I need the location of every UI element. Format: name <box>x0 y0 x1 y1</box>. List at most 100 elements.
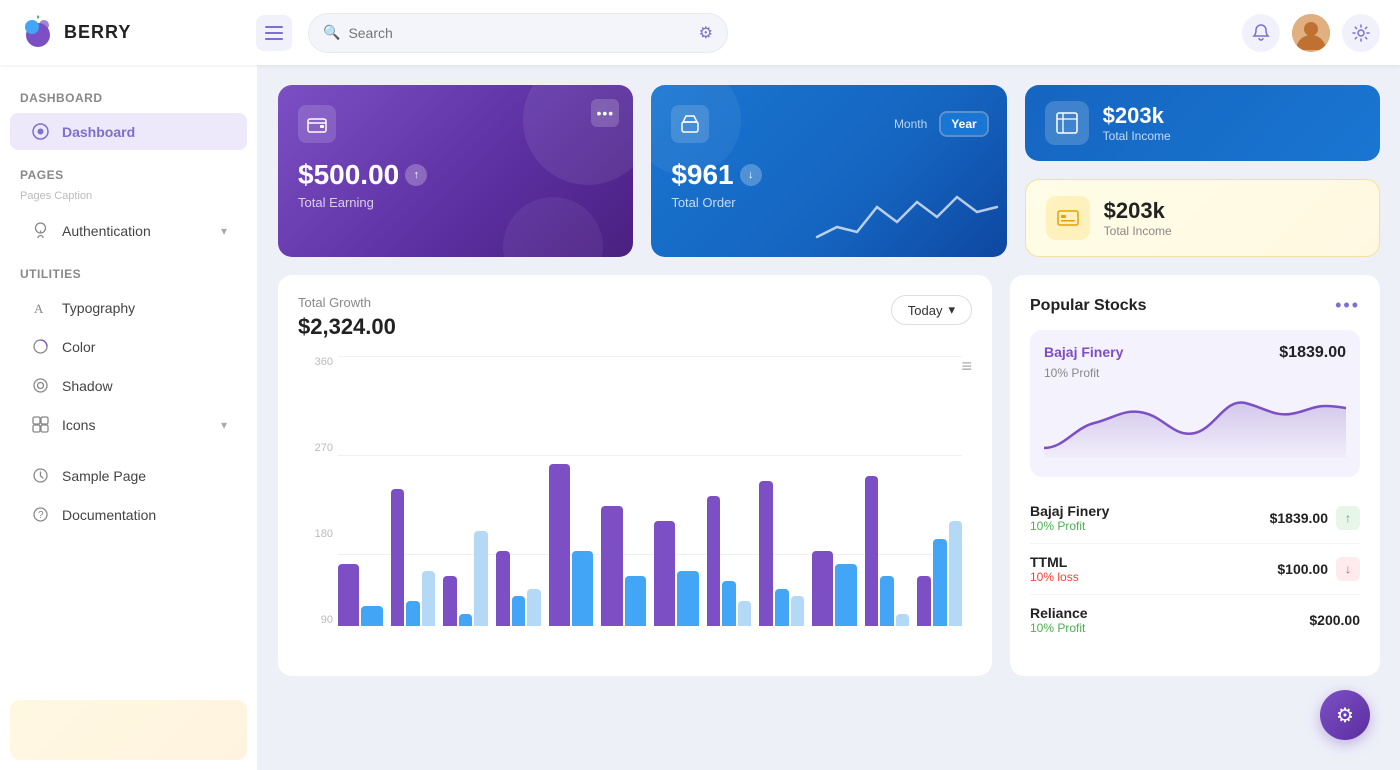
user-avatar[interactable] <box>1292 14 1330 52</box>
reliance-info: Reliance 10% Profit <box>1030 605 1088 635</box>
icons-svg <box>32 416 49 433</box>
chart-bars-container <box>338 356 962 626</box>
bar-purple-3 <box>496 551 510 626</box>
chart-bar-group-7 <box>707 356 752 626</box>
ttml-price-area: $100.00 ↓ <box>1277 557 1360 581</box>
income-blue-label: Total Income <box>1103 129 1171 143</box>
shopping-icon <box>680 114 700 134</box>
income-yellow-icon-box <box>1046 196 1090 240</box>
bar-blue-1 <box>406 601 420 626</box>
income-yellow-info: $203k Total Income <box>1104 198 1172 238</box>
bar-purple-4 <box>549 464 570 627</box>
search-input[interactable] <box>348 25 690 41</box>
typography-label: Typography <box>62 300 135 316</box>
bar-purple-2 <box>443 576 457 626</box>
settings-icon <box>1352 24 1370 42</box>
sidebar-item-documentation[interactable]: ? Documentation <box>10 496 247 533</box>
month-tab[interactable]: Month <box>884 113 937 135</box>
y-label-180: 180 <box>298 528 333 540</box>
typography-svg: A <box>32 299 49 316</box>
bar-blue-0 <box>361 606 382 626</box>
order-tabs: Month Year <box>884 113 987 135</box>
earning-card: ••• $500.00 ↑ Total Earning <box>278 85 633 257</box>
chart-area: ≡ 360 270 180 90 <box>298 356 972 656</box>
order-card: Month Year $961 ↓ Total Order <box>651 85 1006 257</box>
ttml-info: TTML 10% loss <box>1030 554 1079 584</box>
notification-button[interactable] <box>1242 14 1280 52</box>
sidebar-item-typography[interactable]: A Typography <box>10 289 247 326</box>
reliance-price-area: $200.00 <box>1309 612 1360 628</box>
utilities-section-title: Utilities <box>0 261 257 287</box>
chart-menu-button[interactable]: ≡ <box>961 356 972 377</box>
bajaj-info: Bajaj Finery 10% Profit <box>1030 503 1109 533</box>
chart-bar-group-11 <box>917 356 962 626</box>
typography-icon: A <box>30 299 50 316</box>
bar-blue-3 <box>512 596 526 626</box>
chart-bar-group-6 <box>654 356 699 626</box>
earning-more-button[interactable]: ••• <box>591 99 619 127</box>
filter-icon[interactable]: ⚙ <box>699 23 713 43</box>
color-label: Color <box>62 339 95 355</box>
featured-stock-price: $1839.00 <box>1279 344 1346 362</box>
fab-button[interactable]: ⚙ <box>1320 690 1370 740</box>
fab-icon: ⚙ <box>1336 703 1354 728</box>
sidebar-item-color[interactable]: Color <box>10 328 247 365</box>
cards-row: ••• $500.00 ↑ Total Earning <box>278 85 1380 257</box>
sidebar: Dashboard Dashboard Pages Pages Caption … <box>0 65 258 770</box>
bar-light-8 <box>791 596 805 626</box>
income-yellow-label: Total Income <box>1104 224 1172 238</box>
chart-bar-group-0 <box>338 356 383 626</box>
bajaj-price-area: $1839.00 ↑ <box>1270 506 1360 530</box>
bar-purple-9 <box>812 551 833 626</box>
menu-button[interactable] <box>256 15 292 51</box>
bajaj-price: $1839.00 <box>1270 510 1328 526</box>
bar-blue-4 <box>572 551 593 626</box>
today-button[interactable]: Today ▾ <box>891 295 972 325</box>
auth-chevron-icon: ▾ <box>221 224 227 238</box>
stock-row-ttml: TTML 10% loss $100.00 ↓ <box>1030 544 1360 595</box>
ttml-name: TTML <box>1030 554 1079 570</box>
earning-trend-icon: ↑ <box>405 164 427 186</box>
order-wave-chart <box>807 187 1007 247</box>
sidebar-item-shadow[interactable]: Shadow <box>10 367 247 404</box>
chart-bar-group-2 <box>443 356 488 626</box>
table-icon <box>1056 112 1078 134</box>
wallet-icon <box>307 114 327 134</box>
shadow-label: Shadow <box>62 378 113 394</box>
bar-purple-8 <box>759 481 773 626</box>
bar-blue-7 <box>722 581 736 626</box>
y-label-360: 360 <box>298 356 333 368</box>
sample-page-icon <box>30 467 50 484</box>
documentation-icon: ? <box>30 506 50 523</box>
chart-y-labels: 360 270 180 90 <box>298 356 333 626</box>
bar-light-3 <box>527 589 541 627</box>
bar-blue-8 <box>775 589 789 627</box>
bar-purple-7 <box>707 496 721 626</box>
stock-row-reliance: Reliance 10% Profit $200.00 <box>1030 595 1360 645</box>
growth-card: Total Growth $2,324.00 Today ▾ ≡ 3 <box>278 275 992 676</box>
pages-caption: Pages Caption <box>0 188 257 210</box>
icons-label: Icons <box>62 417 95 433</box>
sidebar-item-authentication[interactable]: Authentication ▾ <box>10 212 247 249</box>
featured-stock-chart <box>1044 388 1346 458</box>
stocks-more-button[interactable]: ••• <box>1335 295 1360 316</box>
income-blue-card: $203k Total Income <box>1025 85 1380 161</box>
search-icon: 🔍 <box>323 24 340 41</box>
sidebar-bottom-highlight <box>10 700 247 760</box>
settings-button[interactable] <box>1342 14 1380 52</box>
year-tab[interactable]: Year <box>941 113 986 135</box>
chevron-down-icon: ▾ <box>948 302 955 318</box>
bar-blue-10 <box>880 576 894 626</box>
stocks-header: Popular Stocks ••• <box>1030 295 1360 316</box>
order-trend-icon: ↓ <box>740 164 762 186</box>
sidebar-item-sample-page[interactable]: Sample Page <box>10 457 247 494</box>
chart-bar-group-8 <box>759 356 804 626</box>
sidebar-item-dashboard[interactable]: Dashboard <box>10 113 247 150</box>
sidebar-item-icons[interactable]: Icons ▾ <box>10 406 247 443</box>
reliance-profit: 10% Profit <box>1030 621 1088 635</box>
bar-purple-11 <box>917 576 931 626</box>
logo-area: BERRY <box>20 15 240 51</box>
docs-svg: ? <box>32 506 49 523</box>
reliance-name: Reliance <box>1030 605 1088 621</box>
y-label-90: 90 <box>298 614 333 626</box>
